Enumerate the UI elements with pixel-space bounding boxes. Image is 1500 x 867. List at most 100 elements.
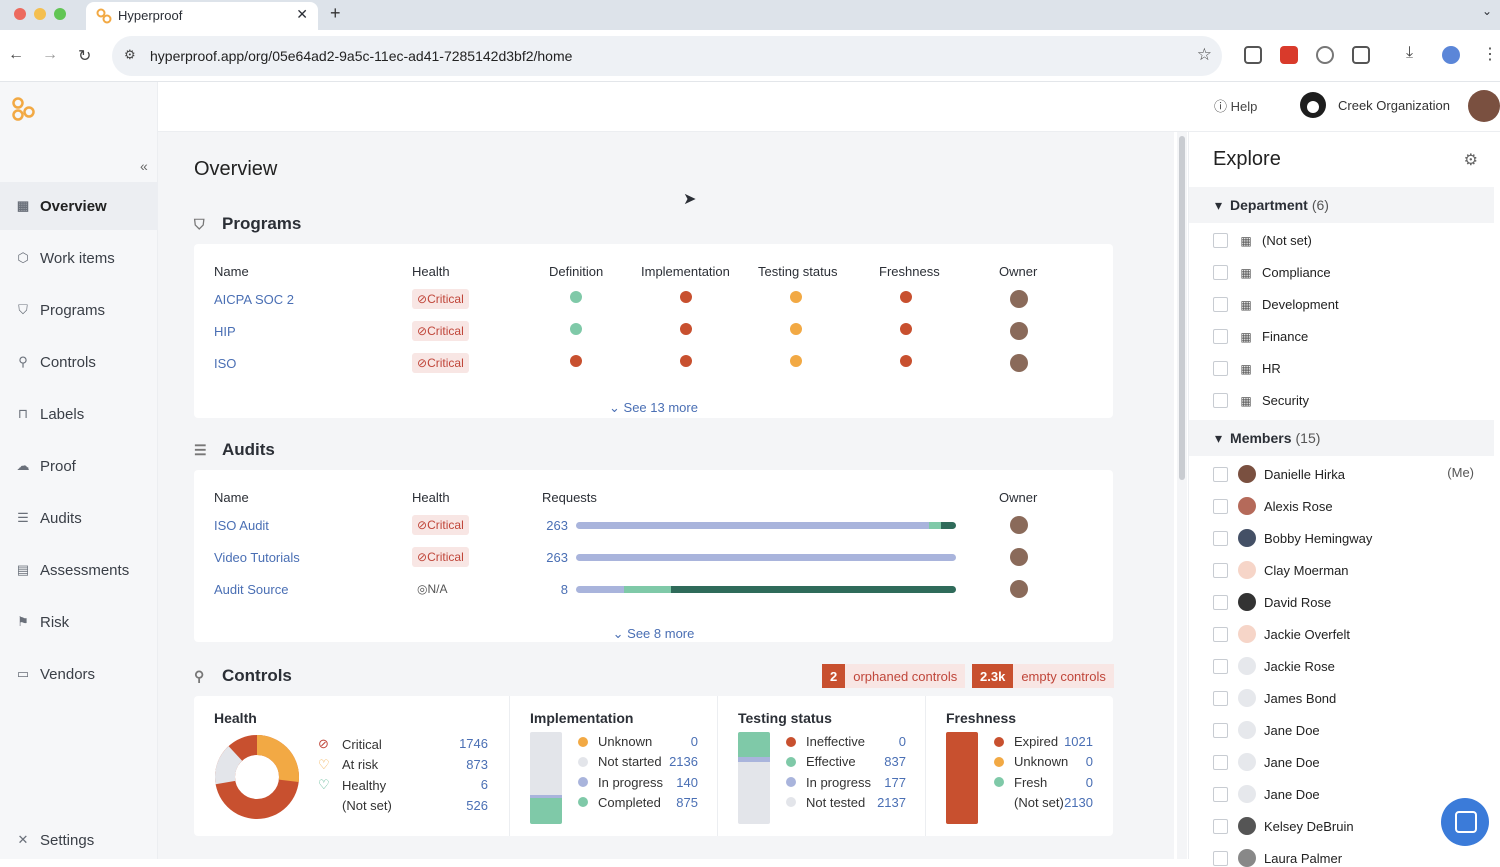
forward-arrow-icon[interactable]: → — [42, 46, 58, 64]
extension-shield-icon[interactable] — [1244, 46, 1262, 64]
extension-pdf-icon[interactable] — [1280, 46, 1298, 64]
member-item[interactable]: Danielle Hirka — [1213, 465, 1345, 483]
site-settings-icon[interactable]: ⚙ — [124, 47, 136, 63]
legend-value[interactable]: 873 — [444, 757, 488, 772]
sidebar-item-work-items[interactable]: ⬡ Work items — [0, 234, 158, 282]
tab-menu-chevron-icon[interactable]: ⌄ — [1482, 4, 1492, 18]
legend-item[interactable]: Ineffective — [786, 734, 865, 749]
member-checkbox[interactable] — [1213, 818, 1228, 834]
member-item[interactable]: James Bond — [1213, 689, 1336, 707]
gear-icon[interactable]: ⚙ — [1464, 150, 1478, 170]
scrollbar-thumb[interactable] — [1179, 136, 1185, 480]
member-item[interactable]: Kelsey DeBruin — [1213, 817, 1354, 835]
sidebar-item-settings[interactable]: ✕ Settings — [0, 816, 158, 864]
member-item[interactable]: David Rose — [1213, 593, 1331, 611]
member-checkbox[interactable] — [1213, 722, 1228, 738]
browser-menu-icon[interactable]: ⋮ — [1482, 44, 1498, 64]
owner-avatar[interactable] — [1010, 354, 1028, 372]
department-item[interactable]: ▦ Security — [1213, 393, 1309, 408]
see-more-programs-link[interactable]: ⌄ See 13 more — [194, 400, 1113, 416]
close-window-button[interactable] — [14, 8, 26, 20]
legend-value[interactable]: 1021 — [1049, 734, 1093, 749]
owner-avatar[interactable] — [1010, 548, 1028, 566]
program-name-link[interactable]: AICPA SOC 2 — [214, 292, 294, 307]
legend-value[interactable]: 0 — [654, 734, 698, 749]
extension-loom-icon[interactable] — [1316, 46, 1334, 64]
bookmark-star-icon[interactable]: ☆ — [1197, 45, 1212, 65]
legend-item[interactable]: Not tested — [786, 795, 865, 810]
download-icon[interactable]: ⤓ — [1406, 44, 1413, 62]
program-name-link[interactable]: ISO — [214, 356, 236, 371]
audit-name-link[interactable]: Video Tutorials — [214, 550, 300, 565]
health-legend-item[interactable]: (Not set) — [318, 798, 392, 813]
member-item[interactable]: Jane Doe — [1213, 721, 1320, 739]
legend-value[interactable]: 0 — [1049, 775, 1093, 790]
main-scrollbar[interactable] — [1177, 132, 1187, 859]
department-checkbox[interactable] — [1213, 393, 1228, 408]
program-name-link[interactable]: HIP — [214, 324, 236, 339]
new-tab-icon[interactable]: + — [330, 3, 341, 24]
legend-value[interactable]: 2136 — [654, 754, 698, 769]
member-item[interactable]: Jane Doe — [1213, 753, 1320, 771]
member-item[interactable]: Jackie Rose — [1213, 657, 1335, 675]
profile-icon[interactable] — [1442, 46, 1460, 64]
department-item[interactable]: ▦ Finance — [1213, 329, 1308, 344]
department-item[interactable]: ▦ Compliance — [1213, 265, 1331, 280]
member-checkbox[interactable] — [1213, 690, 1228, 706]
legend-value[interactable]: 0 — [1049, 754, 1093, 769]
sidebar-item-audits[interactable]: ☰ Audits — [0, 494, 158, 542]
department-checkbox[interactable] — [1213, 329, 1228, 344]
reload-icon[interactable]: ↻ — [78, 46, 91, 66]
legend-value[interactable]: 0 — [862, 734, 906, 749]
address-bar[interactable]: ⚙ hyperproof.app/org/05e64ad2-9a5c-11ec-… — [112, 36, 1222, 76]
extensions-puzzle-icon[interactable] — [1352, 46, 1370, 64]
org-switcher[interactable]: Creek Organization — [1300, 92, 1450, 118]
collapse-sidebar-icon[interactable]: « — [140, 158, 148, 174]
owner-avatar[interactable] — [1010, 580, 1028, 598]
member-checkbox[interactable] — [1213, 466, 1228, 482]
department-item[interactable]: ▦ HR — [1213, 361, 1281, 376]
legend-value[interactable]: 837 — [862, 754, 906, 769]
department-checkbox[interactable] — [1213, 361, 1228, 376]
member-item[interactable]: Bobby Hemingway — [1213, 529, 1372, 547]
sidebar-item-controls[interactable]: ⚲ Controls — [0, 338, 158, 386]
close-tab-icon[interactable]: ✕ — [296, 6, 308, 23]
legend-value[interactable]: 6 — [444, 777, 488, 792]
member-item[interactable]: Alexis Rose — [1213, 497, 1333, 515]
legend-value[interactable]: 875 — [654, 795, 698, 810]
member-item[interactable]: Jackie Overfelt — [1213, 625, 1350, 643]
see-more-audits-link[interactable]: ⌄ See 8 more — [194, 626, 1113, 642]
member-checkbox[interactable] — [1213, 786, 1228, 802]
chat-launcher-button[interactable] — [1441, 798, 1489, 846]
hyperproof-logo-icon[interactable] — [10, 96, 36, 122]
legend-item[interactable]: Completed — [578, 795, 661, 810]
browser-tab[interactable]: Hyperproof ✕ — [86, 2, 318, 30]
legend-item[interactable]: In progress — [578, 775, 663, 790]
sidebar-item-labels[interactable]: ⊓ Labels — [0, 390, 158, 438]
member-checkbox[interactable] — [1213, 850, 1228, 866]
request-count[interactable]: 263 — [538, 550, 568, 565]
orphaned-controls-badge[interactable]: 2 orphaned controls — [822, 664, 966, 688]
member-checkbox[interactable] — [1213, 498, 1228, 514]
members-group-header[interactable]: ▾ Members (15) — [1189, 420, 1494, 456]
sidebar-item-proof[interactable]: ☁ Proof — [0, 442, 158, 490]
health-legend-item[interactable]: ♡ At risk — [318, 757, 378, 773]
sidebar-item-programs[interactable]: ⛉ Programs — [0, 286, 158, 334]
legend-value[interactable]: 1746 — [444, 736, 488, 751]
legend-value[interactable]: 2130 — [1049, 795, 1093, 810]
department-item[interactable]: ▦ (Not set) — [1213, 233, 1312, 248]
maximize-window-button[interactable] — [54, 8, 66, 20]
department-checkbox[interactable] — [1213, 233, 1228, 248]
department-group-header[interactable]: ▾ Department (6) — [1189, 187, 1494, 223]
member-item[interactable]: Jane Doe — [1213, 785, 1320, 803]
request-count[interactable]: 263 — [538, 518, 568, 533]
legend-item[interactable]: Effective — [786, 754, 856, 769]
sidebar-item-vendors[interactable]: ▭ Vendors — [0, 650, 158, 698]
owner-avatar[interactable] — [1010, 516, 1028, 534]
sidebar-item-assessments[interactable]: ▤ Assessments — [0, 546, 158, 594]
member-checkbox[interactable] — [1213, 626, 1228, 642]
audit-name-link[interactable]: ISO Audit — [214, 518, 269, 533]
health-legend-item[interactable]: ♡ Healthy — [318, 777, 386, 793]
member-checkbox[interactable] — [1213, 562, 1228, 578]
back-arrow-icon[interactable]: ← — [8, 46, 24, 64]
